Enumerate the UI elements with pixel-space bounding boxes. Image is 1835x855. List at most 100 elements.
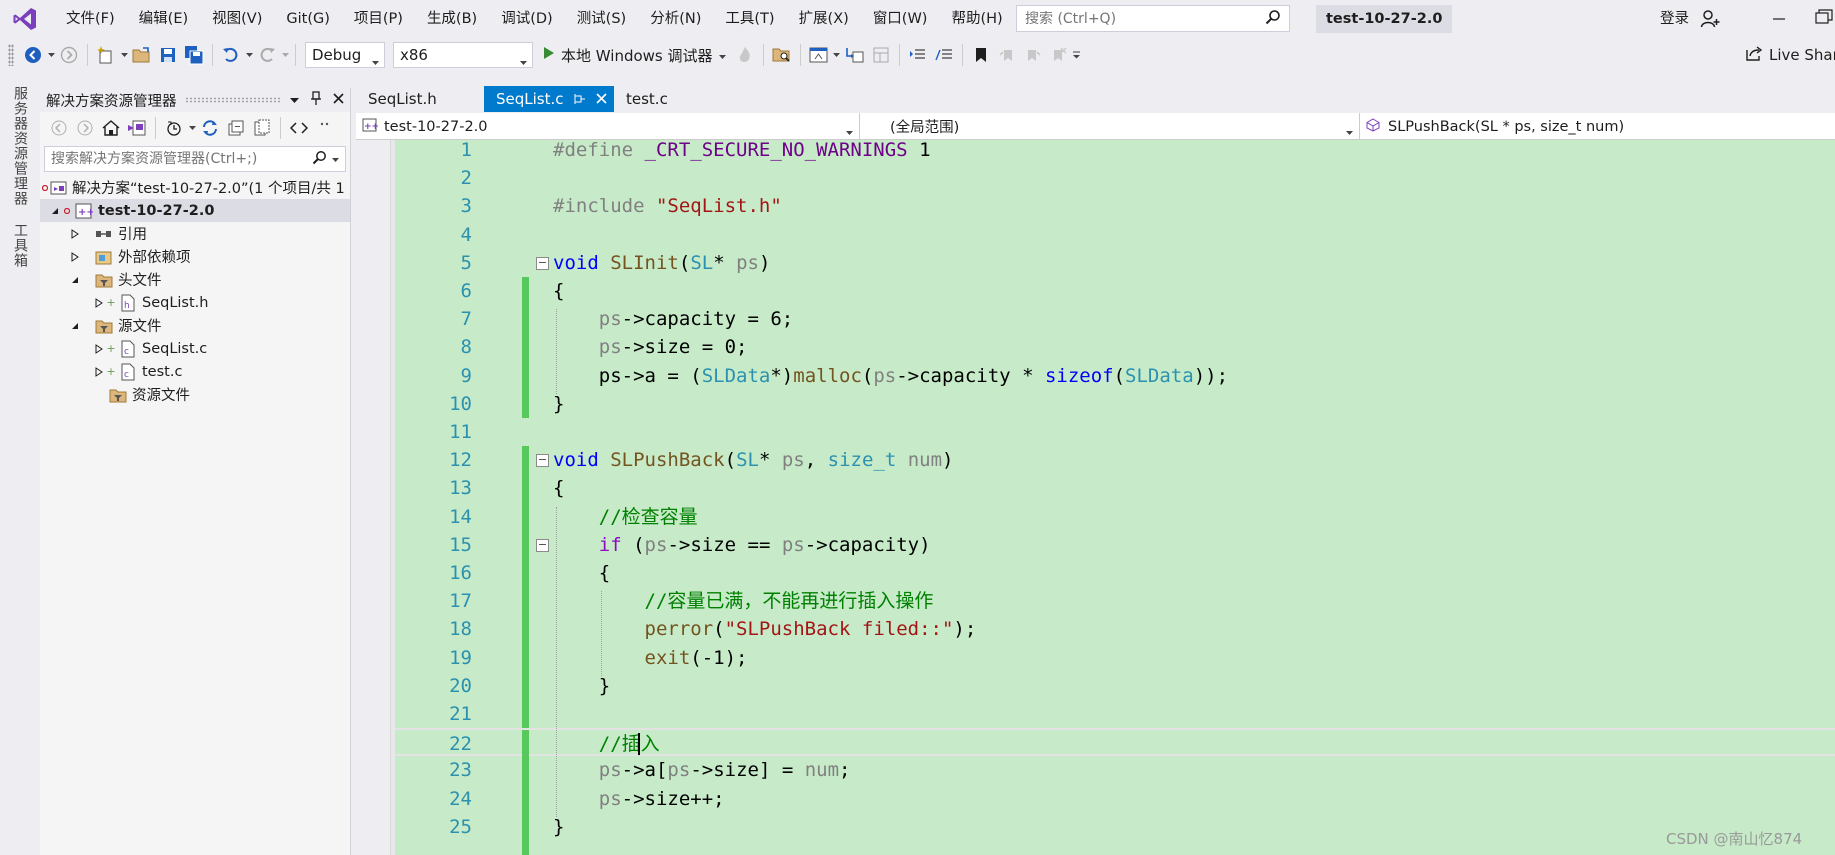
search-input[interactable] — [1025, 10, 1265, 27]
start-debugging-button[interactable]: 本地 Windows 调试器 — [537, 42, 732, 68]
collapsed-triangle-icon[interactable] — [68, 228, 82, 239]
code-line[interactable]: 13 { — [395, 474, 1835, 503]
visual-studio-logo-icon[interactable] — [10, 4, 40, 34]
menu-build[interactable]: 生成(B) — [415, 0, 489, 38]
home-icon[interactable] — [99, 116, 123, 140]
tree-item-solution[interactable]: 解决方案“test-10-27-2.0”(1 个项目/共 1 个) — [40, 176, 350, 199]
chevron-down-icon[interactable] — [187, 116, 197, 140]
collapse-toggle-icon[interactable]: − — [536, 256, 549, 270]
menu-view[interactable]: 视图(V) — [200, 0, 274, 38]
platform-select[interactable]: x86 — [393, 42, 533, 68]
forward-icon[interactable] — [73, 116, 97, 140]
save-icon[interactable] — [156, 43, 180, 67]
forward-nav-icon[interactable] — [57, 43, 81, 67]
outdent-icon[interactable] — [906, 43, 930, 67]
pin-icon[interactable] — [574, 86, 586, 112]
tab-seqlist-h[interactable]: SeqList.h — [356, 86, 484, 112]
new-project-icon[interactable] — [94, 43, 118, 67]
chevron-down-icon[interactable] — [244, 43, 254, 67]
code-line[interactable]: 15 − if (ps->size == ps->capacity) — [395, 530, 1835, 559]
server-explorer-tab[interactable]: 服务器资源管理器 — [10, 86, 30, 206]
code-line[interactable]: 12 − void SLPushBack(SL* ps, size_t num) — [395, 446, 1835, 475]
browser-icon[interactable] — [807, 43, 831, 67]
tree-item-header-files[interactable]: 头文件 — [40, 268, 350, 291]
solution-search-input[interactable] — [51, 151, 312, 167]
user-add-icon[interactable] — [1700, 9, 1720, 33]
chevron-down-icon[interactable] — [119, 43, 129, 67]
expanded-triangle-icon[interactable] — [68, 322, 82, 330]
back-icon[interactable] — [47, 116, 71, 140]
menu-extensions[interactable]: 扩展(X) — [787, 0, 861, 38]
collapsed-triangle-icon[interactable] — [92, 366, 106, 377]
view-code-icon[interactable] — [287, 116, 311, 140]
code-line[interactable]: 20 } — [395, 671, 1835, 700]
menu-tools[interactable]: 工具(T) — [713, 0, 786, 38]
redo-icon[interactable] — [255, 43, 279, 67]
chevron-down-icon[interactable] — [290, 92, 299, 108]
tab-test-c[interactable]: test.c — [614, 86, 694, 112]
tree-item-test-c[interactable]: + c test.c — [40, 360, 350, 383]
tree-item-seqlist-c[interactable]: + c SeqList.c — [40, 337, 350, 360]
toolbar-overflow-icon[interactable] — [1072, 43, 1082, 67]
collapsed-triangle-icon[interactable] — [68, 251, 82, 262]
menu-help[interactable]: 帮助(H) — [939, 0, 1014, 38]
member-dropdown[interactable]: SLPushBack(SL * ps, size_t num) — [1360, 113, 1835, 140]
code-editor[interactable]: 1 #define _CRT_SECURE_NO_WARNINGS 1 2 3 #inc… — [356, 140, 1835, 855]
code-line[interactable]: 25} — [395, 812, 1835, 841]
tree-item-resource-files[interactable]: 资源文件 — [40, 383, 350, 406]
step-into-icon[interactable] — [843, 43, 867, 67]
tree-item-references[interactable]: 引用 — [40, 222, 350, 245]
minimize-icon[interactable] — [1770, 8, 1788, 28]
search-icon[interactable] — [312, 150, 327, 169]
code-line[interactable]: 16 { — [395, 559, 1835, 588]
code-line[interactable]: 21 — [395, 700, 1835, 729]
collapse-toggle-icon[interactable]: − — [536, 538, 549, 552]
menu-file[interactable]: 文件(F) — [54, 0, 127, 38]
close-tab-icon[interactable] — [595, 86, 607, 112]
code-line[interactable]: 10} — [395, 389, 1835, 418]
tab-seqlist-c[interactable]: SeqList.c — [484, 86, 614, 112]
next-bookmark-icon[interactable] — [1021, 43, 1045, 67]
hot-reload-icon[interactable] — [733, 43, 757, 67]
menu-analyze[interactable]: 分析(N) — [638, 0, 713, 38]
open-folder-icon[interactable] — [130, 43, 154, 67]
expanded-triangle-icon[interactable] — [68, 276, 82, 284]
code-line[interactable]: 19 exit(-1); — [395, 643, 1835, 672]
live-share-button[interactable]: Live Share — [1745, 38, 1835, 72]
chevron-down-icon[interactable] — [832, 43, 842, 67]
prev-bookmark-icon[interactable] — [995, 43, 1019, 67]
window-layout-icon[interactable] — [869, 43, 893, 67]
code-line[interactable]: 7 ps->capacity = 6; — [395, 305, 1835, 334]
solution-explorer-search[interactable] — [44, 146, 346, 172]
show-all-files-icon[interactable] — [250, 116, 274, 140]
code-line[interactable]: 14 //检查容量 — [395, 502, 1835, 531]
code-line[interactable]: 4 — [395, 221, 1835, 249]
menu-project[interactable]: 项目(P) — [342, 0, 415, 38]
code-line[interactable]: 17 //容量已满，不能再进行插入操作 — [395, 587, 1835, 616]
search-box[interactable] — [1016, 5, 1290, 32]
maximize-icon[interactable] — [1812, 8, 1835, 28]
comment-lines-icon[interactable] — [932, 43, 956, 67]
bookmark-icon[interactable] — [969, 43, 993, 67]
collapsed-triangle-icon[interactable] — [92, 297, 106, 308]
undo-icon[interactable] — [219, 43, 243, 67]
toolbar-grip[interactable] — [8, 44, 14, 66]
close-icon[interactable] — [333, 92, 344, 108]
search-icon[interactable] — [1265, 9, 1281, 29]
code-line[interactable]: 2 — [395, 164, 1835, 192]
pin-icon[interactable] — [311, 91, 321, 109]
toolbox-tab[interactable]: 工具箱 — [10, 223, 30, 268]
clear-bookmarks-icon[interactable] — [1047, 43, 1071, 67]
chevron-down-icon[interactable] — [46, 43, 56, 67]
menu-window[interactable]: 窗口(W) — [861, 0, 940, 38]
properties-icon[interactable] — [313, 116, 337, 140]
pending-changes-filter-icon[interactable] — [162, 116, 186, 140]
code-line[interactable]: 3 #include "SeqList.h" — [395, 192, 1835, 220]
collapse-all-icon[interactable] — [224, 116, 248, 140]
code-line[interactable]: 1 #define _CRT_SECURE_NO_WARNINGS 1 — [395, 140, 1835, 164]
config-select[interactable]: Debug — [305, 42, 385, 68]
sync-icon[interactable] — [198, 116, 222, 140]
expanded-triangle-icon[interactable] — [48, 207, 62, 215]
code-line[interactable]: 9 ps->a = (SLData*)malloc(ps->capacity *… — [395, 361, 1835, 390]
tree-item-source-files[interactable]: 源文件 — [40, 314, 350, 337]
